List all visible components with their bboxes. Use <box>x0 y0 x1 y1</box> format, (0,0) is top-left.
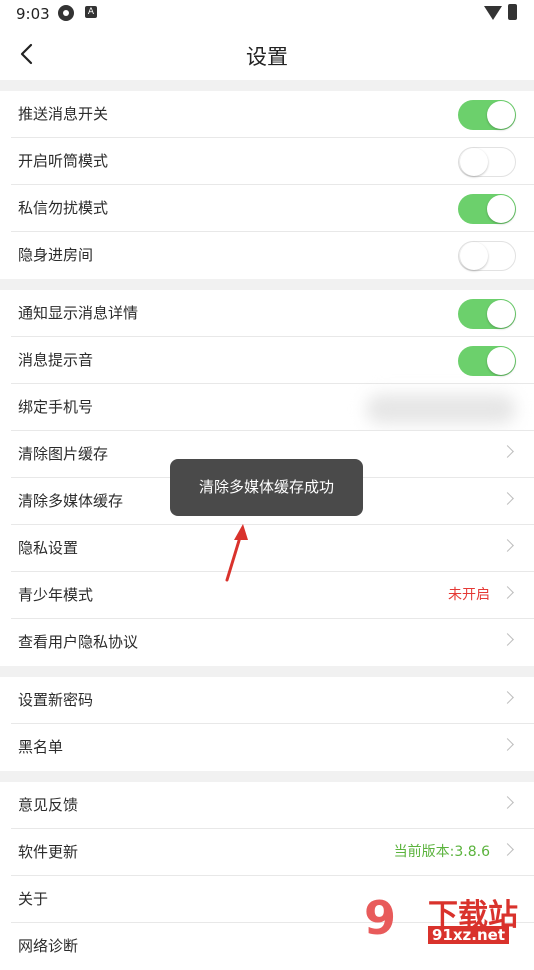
annotation-arrow-icon <box>225 524 248 582</box>
toggle-switch[interactable] <box>458 194 516 224</box>
settings-row-label: 私信勿扰模式 <box>18 199 109 217</box>
network-icon <box>58 5 74 21</box>
settings-row-value: 当前版本:3.8.6 <box>393 844 490 860</box>
settings-row-label: 查看用户隐私协议 <box>18 633 139 651</box>
settings-row[interactable]: 查看用户隐私协议 <box>0 619 534 666</box>
settings-row-label: 推送消息开关 <box>18 105 109 123</box>
group-divider <box>0 666 534 677</box>
toast-message: 清除多媒体缓存成功 <box>170 459 363 516</box>
status-bar: 9:03 A <box>0 0 534 28</box>
watermark-digit: 9 <box>364 891 397 945</box>
settings-row-value: 未开启 <box>448 587 490 603</box>
settings-row[interactable]: 绑定手机号 <box>0 384 534 431</box>
settings-row-label: 关于 <box>18 890 49 908</box>
settings-row[interactable]: 通知显示消息详情 <box>0 290 534 337</box>
chevron-right-icon <box>501 586 514 599</box>
group-divider <box>0 771 534 782</box>
settings-row[interactable]: 隐身进房间 <box>0 232 534 279</box>
toggle-switch[interactable] <box>458 241 516 271</box>
settings-row[interactable]: 私信勿扰模式 <box>0 185 534 232</box>
settings-row[interactable]: 消息提示音 <box>0 337 534 384</box>
toggle-knob <box>487 195 515 223</box>
settings-row-label: 消息提示音 <box>18 351 94 369</box>
chevron-right-icon <box>501 445 514 458</box>
settings-row-label: 开启听筒模式 <box>18 152 109 170</box>
watermark-logo: 9 下载站 91xz.net <box>360 888 534 950</box>
group-divider <box>0 279 534 290</box>
watermark-sub: 91xz.net <box>428 926 510 944</box>
settings-row-label: 清除图片缓存 <box>18 445 109 463</box>
settings-row[interactable]: 开启听筒模式 <box>0 138 534 185</box>
settings-row-label: 黑名单 <box>18 738 64 756</box>
toggle-knob <box>460 242 488 270</box>
settings-row-label: 隐私设置 <box>18 539 79 557</box>
chevron-right-icon <box>501 539 514 552</box>
settings-row-label: 清除多媒体缓存 <box>18 492 124 510</box>
settings-row-label: 意见反馈 <box>18 796 79 814</box>
settings-row-label: 通知显示消息详情 <box>18 304 139 322</box>
toggle-knob <box>460 148 488 176</box>
settings-list: 推送消息开关 开启听筒模式 私信勿扰模式 隐身进房间通知显示消息详情 消息提示音绑定手机… <box>0 80 534 970</box>
settings-row[interactable]: 推送消息开关 <box>0 91 534 138</box>
settings-row[interactable]: 隐私设置 <box>0 525 534 572</box>
settings-row-label: 隐身进房间 <box>18 246 94 264</box>
settings-row[interactable]: 软件更新 当前版本:3.8.6 <box>0 829 534 876</box>
toggle-switch[interactable] <box>458 147 516 177</box>
chevron-right-icon <box>501 633 514 646</box>
chevron-right-icon <box>501 691 514 704</box>
header: 设置 <box>0 28 534 80</box>
battery-icon <box>508 4 517 20</box>
settings-row-label: 绑定手机号 <box>18 398 94 416</box>
page-title: 设置 <box>246 45 288 69</box>
toggle-knob <box>487 300 515 328</box>
settings-row-label: 软件更新 <box>18 843 79 861</box>
toggle-knob <box>487 101 515 129</box>
toggle-switch[interactable] <box>458 299 516 329</box>
settings-row-label: 设置新密码 <box>18 691 94 709</box>
toggle-switch[interactable] <box>458 100 516 130</box>
group-divider <box>0 80 534 91</box>
wifi-icon <box>484 6 502 20</box>
settings-row[interactable]: 黑名单 <box>0 724 534 771</box>
chevron-right-icon <box>501 738 514 751</box>
toggle-knob <box>487 347 515 375</box>
toggle-switch[interactable] <box>458 346 516 376</box>
settings-row-label: 青少年模式 <box>18 586 94 604</box>
blurred-phone-number <box>366 394 516 424</box>
settings-row[interactable]: 意见反馈 <box>0 782 534 829</box>
chevron-right-icon <box>501 492 514 505</box>
chevron-right-icon <box>501 843 514 856</box>
chevron-right-icon <box>501 796 514 809</box>
settings-row-label: 网络诊断 <box>18 937 79 955</box>
settings-row[interactable]: 设置新密码 <box>0 677 534 724</box>
status-time: 9:03 <box>16 5 50 23</box>
settings-row[interactable]: 青少年模式 未开启 <box>0 572 534 619</box>
a-badge-icon: A <box>85 6 97 18</box>
